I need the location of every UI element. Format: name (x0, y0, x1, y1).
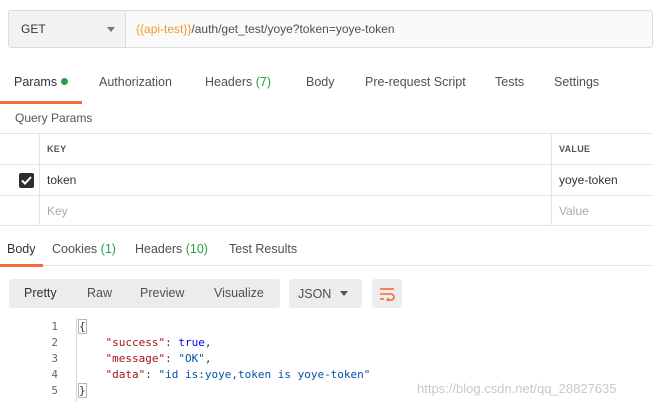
code-line: 4 "data": "id is:yoye,token is yoye-toke… (0, 366, 653, 382)
json-value: "id is:yoye,token is yoye-token" (158, 367, 371, 381)
pretty-button[interactable]: Pretty (24, 286, 57, 300)
line-number: 2 (51, 335, 58, 349)
tab-cookies[interactable]: Cookies (1) (52, 242, 116, 256)
tab-pre-request-script[interactable]: Pre-request Script (365, 75, 466, 89)
method-label: GET (21, 22, 46, 36)
status-dot-icon (61, 78, 69, 85)
tab-body[interactable]: Body (306, 75, 335, 89)
tab-tests[interactable]: Tests (495, 75, 524, 89)
wrap-lines-icon (380, 287, 395, 301)
check-icon (21, 176, 32, 185)
json-comma: , (204, 335, 212, 349)
tab-authorization[interactable]: Authorization (99, 75, 172, 89)
new-value-input[interactable]: Value (552, 196, 653, 225)
tab-response-headers-label: Headers (135, 242, 183, 256)
param-value-input[interactable]: yoye-token (552, 165, 653, 195)
url-path: /auth/get_test/yoye?token=yoye-token (191, 22, 395, 36)
tab-response-headers-count: (10) (185, 242, 208, 256)
request-tabs: Params Authorization Headers (7) Body Pr… (0, 70, 653, 100)
params-table: KEY VALUE token yoye-token Key Value (0, 133, 653, 226)
url-variable: {{api-test}} (136, 22, 192, 36)
url-input[interactable]: {{api-test}}/auth/get_test/yoye?token=yo… (126, 11, 652, 47)
tab-headers-count: (7) (255, 75, 272, 89)
tab-test-results[interactable]: Test Results (229, 242, 297, 256)
tab-response-body[interactable]: Body (7, 242, 36, 256)
line-number: 3 (51, 351, 58, 365)
chevron-down-icon (107, 26, 115, 32)
code-text: { (78, 318, 87, 334)
json-comma: , (204, 351, 212, 365)
code-text: "message": "OK", (105, 351, 212, 365)
preview-button[interactable]: Preview (140, 286, 184, 300)
row-check-cell (0, 165, 40, 195)
format-label: JSON (298, 286, 332, 301)
table-row: token yoye-token (0, 164, 653, 195)
view-mode-group: Pretty Raw Preview Visualize (9, 279, 280, 308)
raw-button[interactable]: Raw (87, 286, 112, 300)
tab-cookies-count: (1) (100, 242, 116, 256)
tab-headers[interactable]: Headers (7) (205, 75, 271, 89)
row-check-cell (0, 196, 40, 225)
line-number: 4 (51, 367, 58, 381)
new-key-input[interactable]: Key (40, 196, 552, 225)
json-key: "data" (105, 367, 146, 381)
code-line: 2 "success": true, (0, 334, 653, 350)
visualize-button[interactable]: Visualize (214, 286, 264, 300)
table-row-empty: Key Value (0, 195, 653, 226)
chevron-down-icon (340, 291, 348, 296)
watermark: https://blog.csdn.net/qq_28827635 (417, 381, 617, 396)
open-brace: { (78, 318, 87, 334)
line-number: 1 (51, 319, 58, 333)
value-column-header: VALUE (559, 144, 591, 154)
line-number: 5 (51, 383, 58, 397)
url-bar: GET {{api-test}}/auth/get_test/yoye?toke… (8, 10, 653, 48)
table-header-row: KEY VALUE (0, 133, 653, 164)
row-checkbox[interactable] (19, 173, 34, 188)
query-params-title: Query Params (15, 111, 93, 125)
param-key-input[interactable]: token (40, 165, 552, 195)
code-line: 1 { (0, 318, 653, 334)
code-text: } (78, 382, 87, 398)
json-key: "success" (105, 335, 166, 349)
tab-settings[interactable]: Settings (554, 75, 599, 89)
check-column-header (0, 134, 40, 164)
close-brace: } (78, 382, 87, 398)
tab-headers-label: Headers (205, 75, 253, 89)
method-select[interactable]: GET (9, 11, 126, 47)
code-text: "data": "id is:yoye,token is yoye-token" (105, 367, 371, 381)
tab-params[interactable]: Params (14, 75, 69, 89)
code-line: 3 "message": "OK", (0, 350, 653, 366)
response-active-tab-indicator (0, 264, 43, 267)
json-value: "OK" (178, 351, 205, 365)
active-tab-indicator (0, 101, 82, 104)
key-column-header: KEY (40, 134, 552, 164)
response-tabs: Body Cookies (1) Headers (10) Test Resul… (0, 236, 653, 266)
format-select[interactable]: JSON (289, 279, 362, 308)
code-text: "success": true, (105, 335, 212, 349)
json-key: "message" (105, 351, 166, 365)
tab-response-headers[interactable]: Headers (10) (135, 242, 208, 256)
tab-cookies-label: Cookies (52, 242, 98, 256)
json-value: true (178, 335, 205, 349)
wrap-lines-button[interactable] (372, 279, 402, 308)
tab-params-label: Params (14, 75, 58, 89)
